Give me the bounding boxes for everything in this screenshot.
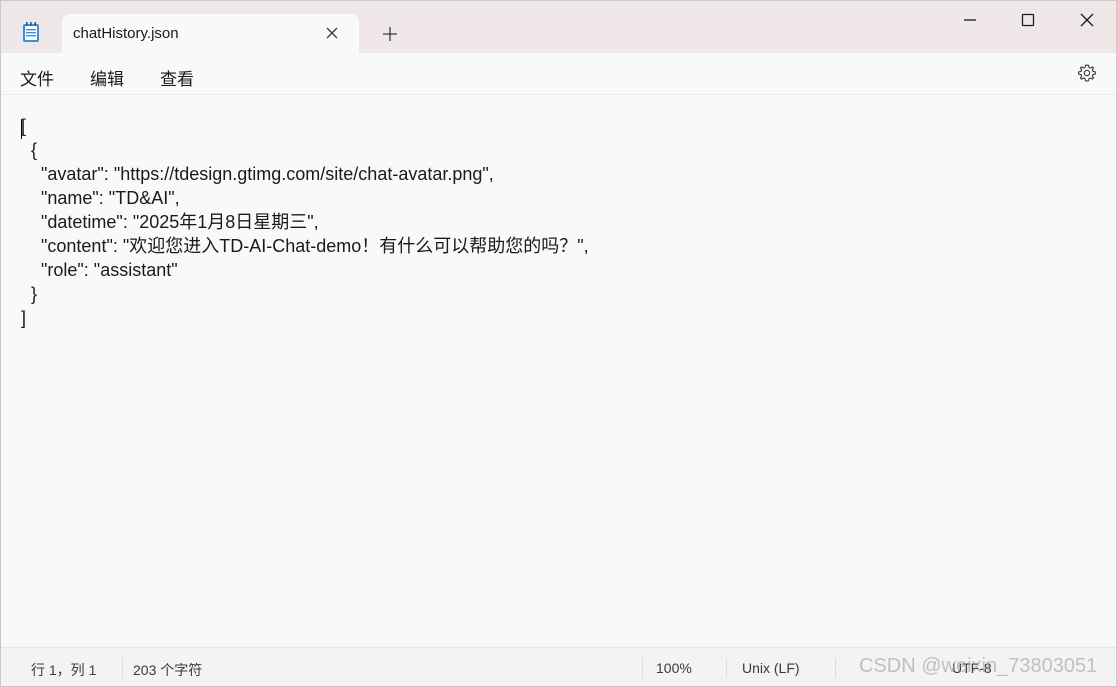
close-icon[interactable] bbox=[324, 25, 340, 41]
status-divider bbox=[835, 658, 836, 678]
notepad-window: chatHistory.json 文件 编辑 查看 [ { "avatar": … bbox=[0, 0, 1117, 687]
editor-line: "datetime": "2025年1月8日星期三", bbox=[21, 212, 319, 232]
editor-line: [ bbox=[21, 116, 27, 136]
editor-line: "avatar": "https://tdesign.gtimg.com/sit… bbox=[21, 164, 494, 184]
tab-chat-history[interactable]: chatHistory.json bbox=[62, 14, 359, 53]
maximize-icon[interactable] bbox=[1019, 11, 1037, 29]
window-close-icon[interactable] bbox=[1078, 11, 1096, 29]
minimize-icon[interactable] bbox=[961, 11, 979, 29]
editor-line: } bbox=[21, 284, 38, 304]
editor-line: "content": "欢迎您进入TD-AI-Chat-demo！有什么可以帮助… bbox=[21, 236, 589, 256]
menu-view[interactable]: 查看 bbox=[160, 65, 194, 90]
editor-line: "role": "assistant" bbox=[21, 260, 178, 280]
line-ending[interactable]: Unix (LF) bbox=[742, 660, 800, 676]
watermark: CSDN @weixin_73803051 bbox=[859, 655, 1098, 677]
editor-line: "name": "TD&AI", bbox=[21, 188, 180, 208]
status-divider bbox=[122, 658, 123, 678]
menu-bar: 文件 编辑 查看 bbox=[1, 53, 1116, 95]
menu-file[interactable]: 文件 bbox=[20, 65, 54, 90]
gear-icon[interactable] bbox=[1077, 63, 1097, 83]
menu-edit[interactable]: 编辑 bbox=[90, 65, 124, 90]
title-bar: chatHistory.json bbox=[1, 1, 1116, 53]
status-divider bbox=[642, 658, 643, 678]
tab-title: chatHistory.json bbox=[73, 25, 179, 42]
editor-line: ] bbox=[21, 308, 27, 328]
cursor-position: 行 1，列 1 bbox=[31, 662, 97, 678]
notepad-icon bbox=[23, 22, 39, 42]
zoom-level[interactable]: 100% bbox=[656, 660, 692, 676]
editor-line: { bbox=[21, 140, 38, 160]
status-divider bbox=[726, 658, 727, 678]
plus-icon[interactable] bbox=[381, 25, 399, 43]
character-count: 203 个字符 bbox=[133, 662, 203, 678]
